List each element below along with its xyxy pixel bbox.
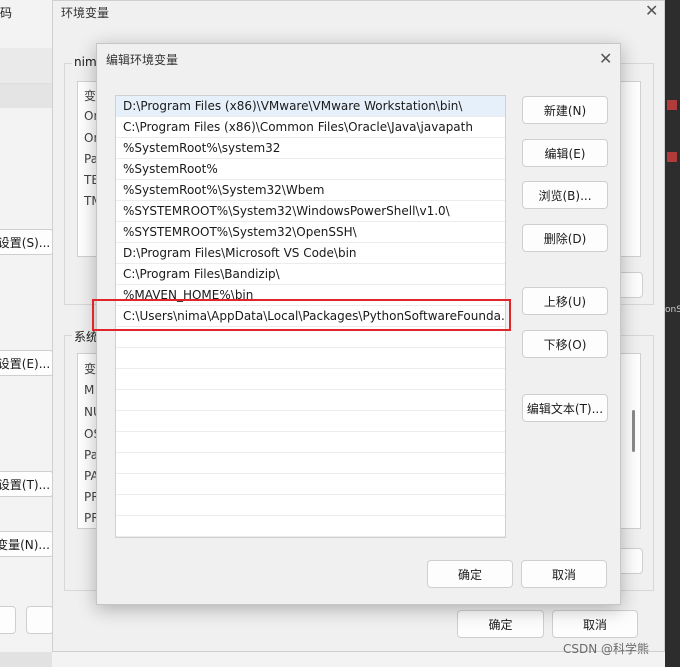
env-vars-ok-button[interactable]: 确定 [457,610,544,638]
path-row[interactable] [116,432,505,453]
cancel-button[interactable]: 取消 [521,560,607,588]
background-red-text [667,100,677,110]
background-title-fragment: 码 [0,6,13,20]
path-row[interactable]: C:\Program Files (x86)\Common Files\Orac… [116,117,505,138]
edit-env-close-icon[interactable]: ✕ [599,51,612,67]
ok-button[interactable]: 确定 [427,560,513,588]
highlight-box [92,299,511,331]
background-section [0,84,52,108]
edit-env-dialog: 编辑环境变量 ✕ D:\Program Files (x86)\VMware\V… [92,43,621,605]
path-row[interactable]: C:\Program Files\Bandizip\ [116,264,505,285]
edit-env-dialog-title: 编辑环境变量 [106,53,179,67]
path-row[interactable] [116,453,505,474]
path-row[interactable]: %SystemRoot%\system32 [116,138,505,159]
edit-text-button[interactable]: 编辑文本(T)... [522,394,608,422]
env-vars-close-icon[interactable]: ✕ [645,3,658,19]
background-section [0,48,52,84]
background-bottom-button[interactable] [0,606,16,634]
background-settings-t-button[interactable]: 设置(T)... [0,471,54,497]
background-dark-window: onS [665,0,680,667]
path-row[interactable] [116,495,505,516]
background-red-text [667,152,677,162]
path-row[interactable]: %SystemRoot% [116,159,505,180]
background-settings-e-button[interactable]: 设置(E)... [0,350,54,376]
path-row[interactable] [116,348,505,369]
path-row[interactable]: D:\Program Files\Microsoft VS Code\bin [116,243,505,264]
taskbar-strip [0,652,52,667]
path-row[interactable]: D:\Program Files (x86)\VMware\VMware Wor… [116,96,505,117]
path-row[interactable]: %SystemRoot%\System32\Wbem [116,180,505,201]
move-up-button[interactable]: 上移(U) [522,287,608,315]
list-item: 变 [84,89,97,103]
edit-button[interactable]: 编辑(E) [522,139,608,167]
path-row[interactable]: %SYSTEMROOT%\System32\WindowsPowerShell\… [116,201,505,222]
path-row[interactable] [116,369,505,390]
delete-button[interactable]: 删除(D) [522,224,608,252]
path-row[interactable] [116,390,505,411]
list-item: 变 [84,362,97,376]
background-text-fragment: onS [665,305,680,315]
env-vars-dialog-title: 环境变量 [61,6,110,20]
watermark: CSDN @科学熊 [563,642,650,656]
list-item[interactable]: M [84,383,94,397]
path-row[interactable]: %SYSTEMROOT%\System32\OpenSSH\ [116,222,505,243]
browse-button[interactable]: 浏览(B)... [522,181,608,209]
move-down-button[interactable]: 下移(O) [522,330,608,358]
path-row[interactable] [116,516,505,537]
background-settings-s-button[interactable]: 设置(S)... [0,229,54,255]
background-env-vars-button[interactable]: 变量(N)... [0,531,54,557]
path-row[interactable] [116,411,505,432]
new-button[interactable]: 新建(N) [522,96,608,124]
background-bottom-button[interactable] [26,606,54,634]
background-window: 码 设置(S)... 设置(E)... 设置(T)... 变量(N)... [0,0,54,667]
env-vars-cancel-button[interactable]: 取消 [552,610,638,638]
system-vars-scrollbar[interactable] [632,410,635,452]
path-row[interactable] [116,474,505,495]
